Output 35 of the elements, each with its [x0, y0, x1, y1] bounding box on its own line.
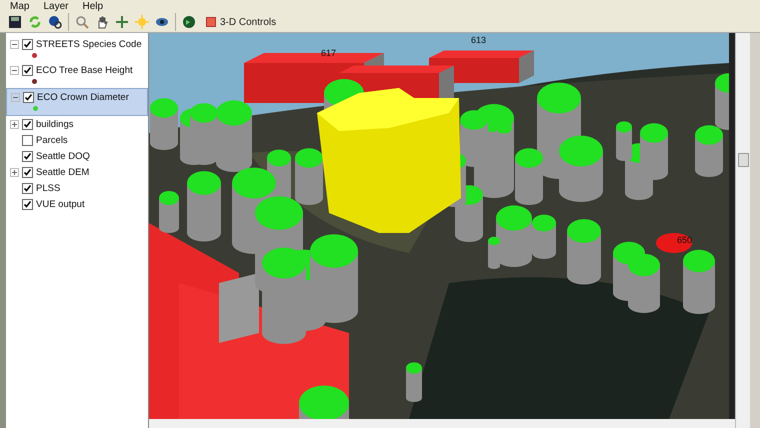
- eye-icon[interactable]: [155, 15, 169, 29]
- building-number: 650: [677, 235, 692, 245]
- layer-name[interactable]: Seattle DOQ: [36, 150, 90, 162]
- checkbox[interactable]: [22, 166, 33, 178]
- checkbox[interactable]: [22, 198, 33, 210]
- layer-name[interactable]: buildings: [36, 118, 74, 130]
- collapse-icon[interactable]: [11, 92, 20, 102]
- layer-name[interactable]: ECO Tree Base Height: [36, 64, 133, 76]
- zoom-icon[interactable]: [75, 15, 89, 29]
- checkbox[interactable]: [22, 182, 33, 194]
- checkbox[interactable]: [22, 64, 33, 76]
- menu-item[interactable]: Layer: [43, 0, 68, 12]
- layer-name[interactable]: Parcels: [36, 134, 68, 146]
- collapse-icon[interactable]: [10, 66, 19, 74]
- horizontal-scrollbar[interactable]: [149, 419, 735, 428]
- menu-item[interactable]: Map: [10, 0, 30, 12]
- checkbox[interactable]: [23, 92, 34, 102]
- checkbox[interactable]: [22, 150, 33, 162]
- collapse-icon[interactable]: [10, 40, 19, 48]
- move-icon[interactable]: [115, 15, 129, 29]
- layer-name[interactable]: ECO Crown Diameter: [37, 92, 129, 102]
- square-icon: [206, 17, 216, 27]
- vertical-scrollbar[interactable]: [735, 33, 750, 428]
- checkbox[interactable]: [22, 134, 33, 146]
- layer-name[interactable]: Seattle DEM: [36, 166, 90, 178]
- building-number: 613: [471, 35, 486, 45]
- checkbox[interactable]: [22, 38, 33, 50]
- expand-icon[interactable]: [10, 168, 19, 176]
- layer-name[interactable]: VUE output: [36, 198, 85, 210]
- save-icon[interactable]: [8, 15, 22, 29]
- expand-icon[interactable]: [10, 120, 19, 128]
- layer-name[interactable]: STREETS Species Code: [36, 38, 142, 50]
- layer-name[interactable]: PLSS: [36, 182, 60, 194]
- checkbox[interactable]: [22, 118, 33, 130]
- menu-item[interactable]: Help: [82, 0, 104, 12]
